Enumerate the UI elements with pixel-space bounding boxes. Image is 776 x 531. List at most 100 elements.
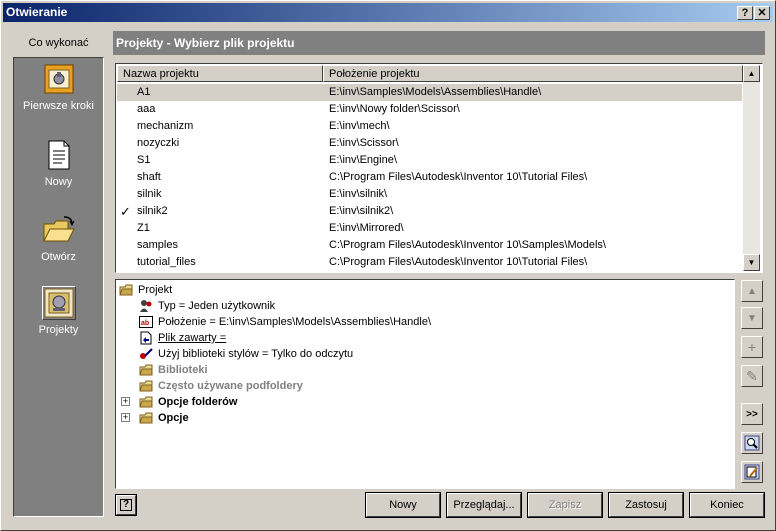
tree-item-type[interactable]: Typ = Jeden użytkownik — [138, 298, 275, 314]
window-title: Otwieranie — [6, 5, 68, 19]
style-library-icon — [138, 346, 154, 362]
tree-item-location[interactable]: ab Położenie = E:\inv\Samples\Models\Ass… — [138, 314, 431, 330]
project-folder-icon — [118, 282, 134, 298]
sidebar-header: Co wykonać — [28, 37, 89, 49]
edit-file-button[interactable] — [741, 461, 763, 483]
project-location: E:\inv\mech\ — [329, 120, 390, 132]
project-location: E:\inv\silnik\ — [329, 188, 388, 200]
project-name: S1 — [137, 154, 151, 166]
included-file-icon — [138, 330, 154, 346]
scroll-down-icon[interactable]: ▼ — [743, 254, 760, 271]
expand-options-icon[interactable]: + — [121, 413, 130, 422]
library-folder-icon — [138, 362, 154, 378]
projects-rows: A1 E:\inv\Samples\Models\Assemblies\Hand… — [117, 84, 742, 271]
table-row[interactable]: silnik E:\inv\silnik\ — [117, 186, 742, 203]
project-location: C:\Program Files\Autodesk\Inventor 10\Sa… — [329, 239, 606, 251]
edit-document-icon — [744, 464, 760, 480]
project-name: A1 — [137, 86, 151, 98]
sidebar-item-label: Otwórz — [41, 251, 76, 263]
table-row[interactable]: shaft C:\Program Files\Autodesk\Inventor… — [117, 169, 742, 186]
projects-scrollbar[interactable]: ▲ ▼ — [743, 65, 760, 271]
move-down-button[interactable]: ▼ — [741, 307, 763, 329]
edit-button[interactable]: ✎ — [741, 365, 763, 387]
tree-root[interactable]: Projekt — [118, 282, 172, 298]
options-folder-icon — [138, 410, 154, 426]
project-location: E:\inv\Mirrored\ — [329, 222, 404, 234]
tree-root-label: Projekt — [138, 284, 173, 296]
folder-options-icon — [138, 394, 154, 410]
sidebar-item-label: Pierwsze kroki — [23, 100, 94, 112]
open-dialog: Otwieranie ? ✕ Co wykonać Pierwsze kroki — [0, 0, 776, 531]
project-location: E:\inv\Engine\ — [329, 154, 397, 166]
project-name: Z1 — [137, 222, 150, 234]
search-icon — [744, 435, 760, 451]
projects-icon — [41, 286, 76, 320]
sidebar-item-label: Nowy — [44, 176, 73, 188]
table-row[interactable]: aaa E:\inv\Nowy folder\Scissor\ — [117, 101, 742, 118]
table-row[interactable]: mechanizm E:\inv\mech\ — [117, 118, 742, 135]
sidebar-item-new[interactable]: Nowy — [14, 138, 103, 188]
svg-text:ab: ab — [141, 320, 149, 327]
project-location: E:\inv\Samples\Models\Assemblies\Handle\ — [329, 86, 542, 98]
table-row[interactable]: tutorial_files C:\Program Files\Autodesk… — [117, 254, 742, 271]
table-row-active[interactable]: ✓ silnik2 E:\inv\silnik2\ — [117, 203, 742, 220]
sidebar-item-open[interactable]: Otwórz — [14, 213, 103, 263]
title-bar: Otwieranie ? ✕ — [3, 3, 773, 22]
scroll-up-icon[interactable]: ▲ — [743, 65, 760, 82]
projects-list[interactable]: Nazwa projektu Położenie projektu A1 E:\… — [115, 63, 763, 273]
table-row[interactable]: Z1 E:\inv\Mirrored\ — [117, 220, 742, 237]
project-name: aaa — [137, 103, 156, 115]
column-header-name[interactable]: Nazwa projektu — [117, 65, 323, 82]
sidebar: Pierwsze kroki Nowy Otwórz Projekty — [13, 57, 104, 517]
tree-item-label: Typ = Jeden użytkownik — [158, 300, 276, 312]
project-name: shaft — [137, 171, 161, 183]
help-button[interactable]: ? — [115, 494, 137, 516]
finish-button[interactable]: Koniec — [689, 492, 765, 518]
save-button[interactable]: Zapisz — [527, 492, 603, 518]
table-row[interactable]: S1 E:\inv\Engine\ — [117, 152, 742, 169]
browse-button[interactable]: Przeglądaj... — [446, 492, 522, 518]
expand-all-button[interactable]: >> — [741, 403, 763, 425]
tree-item-frequent-subfolders[interactable]: Często używane podfoldery — [138, 378, 303, 394]
add-button[interactable]: + — [741, 336, 763, 358]
tree-item-label: Często używane podfoldery — [158, 380, 303, 392]
text-field-icon: ab — [138, 314, 154, 330]
project-location: E:\inv\silnik2\ — [329, 205, 394, 217]
tree-item-style-library[interactable]: Użyj biblioteki stylów = Tylko do odczyt… — [138, 346, 353, 362]
tree-item-label: Położenie = E:\inv\Samples\Models\Assemb… — [158, 316, 431, 328]
help-title-button[interactable]: ? — [737, 6, 753, 20]
sidebar-item-projects[interactable]: Projekty — [14, 286, 103, 336]
project-name: mechanizm — [137, 120, 194, 132]
project-location: C:\Program Files\Autodesk\Inventor 10\Tu… — [329, 256, 588, 268]
project-properties-tree[interactable]: Projekt Typ = Jeden użytkownik ab Położe… — [115, 279, 735, 489]
project-location: C:\Program Files\Autodesk\Inventor 10\Tu… — [329, 171, 588, 183]
tree-item-included-file[interactable]: Plik zawarty = — [138, 330, 226, 346]
project-name: silnik2 — [137, 205, 168, 217]
getting-started-icon — [42, 62, 76, 96]
move-up-button[interactable]: ▲ — [741, 280, 763, 302]
column-header-location[interactable]: Położenie projektu — [323, 65, 743, 82]
expand-folder-options-icon[interactable]: + — [121, 397, 130, 406]
project-name: samples — [137, 239, 178, 251]
table-row[interactable]: samples C:\Program Files\Autodesk\Invent… — [117, 237, 742, 254]
search-button[interactable] — [741, 432, 763, 454]
apply-button[interactable]: Zastosuj — [608, 492, 684, 518]
project-name: nozyczki — [137, 137, 180, 149]
tree-item-label: Opcje folderów — [158, 396, 238, 408]
tree-item-options[interactable]: Opcje — [138, 410, 189, 426]
project-name: tutorial_files — [137, 256, 196, 268]
table-row[interactable]: A1 E:\inv\Samples\Models\Assemblies\Hand… — [117, 84, 742, 101]
sidebar-item-getting-started[interactable]: Pierwsze kroki — [14, 62, 103, 112]
close-button[interactable]: ✕ — [754, 6, 770, 20]
table-row[interactable]: nozyczki E:\inv\Scissor\ — [117, 135, 742, 152]
tree-item-label: Opcje — [158, 412, 189, 424]
open-folder-icon — [42, 213, 76, 247]
project-location: E:\inv\Scissor\ — [329, 137, 399, 149]
tree-item-folder-options[interactable]: Opcje folderów — [138, 394, 237, 410]
new-button[interactable]: Nowy — [365, 492, 441, 518]
tree-item-label: Plik zawarty = — [158, 332, 227, 344]
sidebar-item-label: Projekty — [38, 324, 79, 336]
tree-item-libraries[interactable]: Biblioteki — [138, 362, 208, 378]
panel-title: Projekty - Wybierz plik projektu — [113, 31, 765, 55]
tree-item-label: Biblioteki — [158, 364, 208, 376]
